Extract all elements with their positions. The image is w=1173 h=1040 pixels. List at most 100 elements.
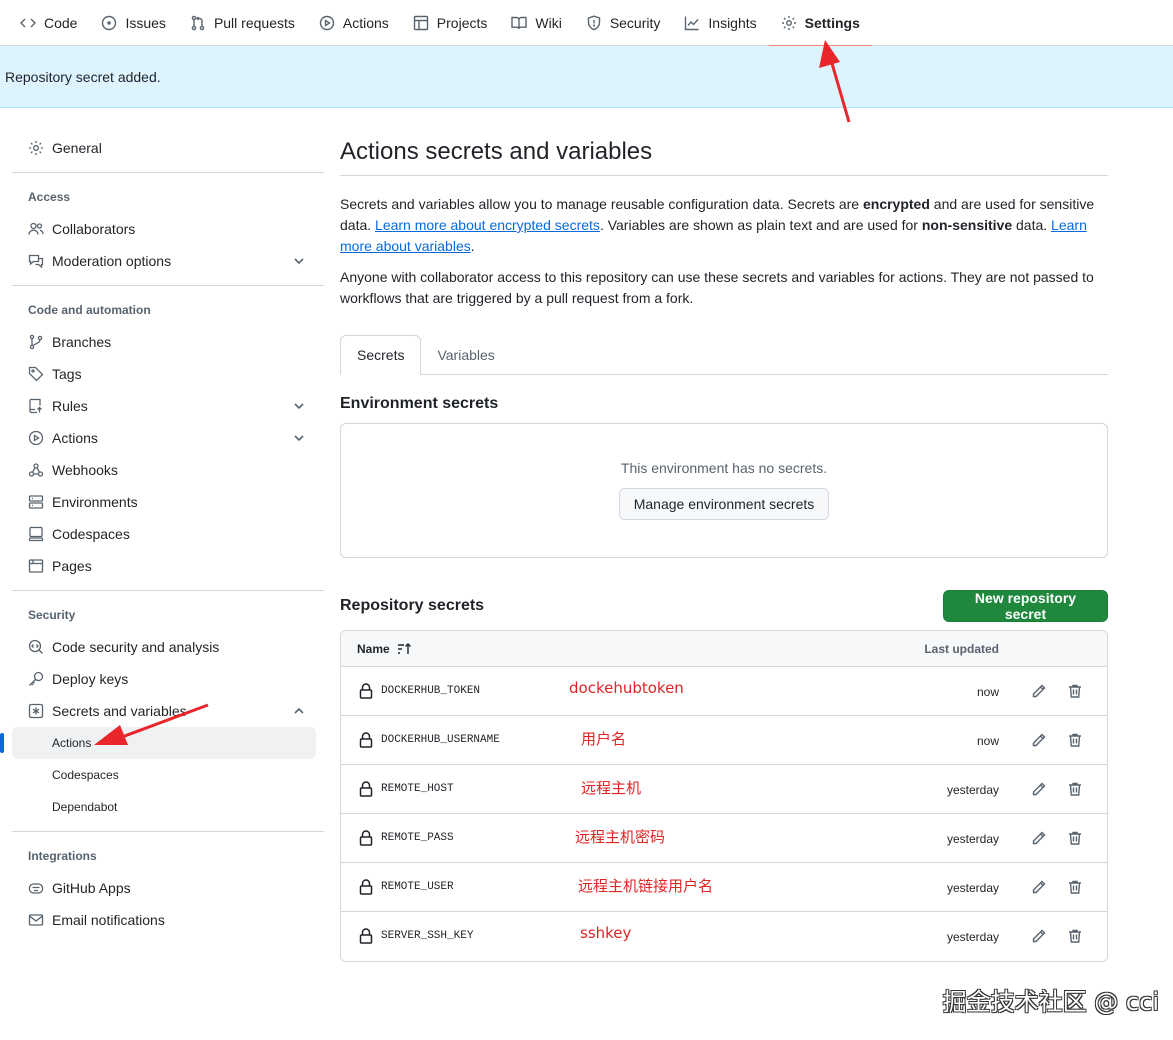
sidebar-label: Branches — [52, 334, 112, 350]
secret-annotation: sshkey — [580, 924, 632, 942]
trash-icon[interactable] — [1067, 683, 1083, 699]
desc-text: . Variables are shown as plain text and … — [599, 217, 922, 233]
trash-icon[interactable] — [1067, 879, 1083, 895]
code-icon — [20, 18, 36, 27]
sidebar-item-rules[interactable]: Rules — [12, 390, 324, 422]
sidebar-item-code-security[interactable]: Code security and analysis — [12, 631, 324, 663]
pencil-icon[interactable] — [1031, 830, 1047, 846]
trash-icon[interactable] — [1067, 830, 1083, 846]
nav-label: Actions — [342, 14, 389, 31]
new-repository-secret-button[interactable]: New repository secret — [943, 590, 1108, 622]
main-content: Actions secrets and variables Secrets an… — [340, 130, 1108, 962]
table-row: REMOTE_USER 远程主机链接用户名 yesterday — [341, 863, 1107, 912]
book-icon — [511, 16, 528, 29]
sidebar-label: Actions — [52, 736, 92, 750]
repo-push-icon — [29, 398, 42, 414]
nav-actions[interactable]: Actions — [307, 0, 401, 46]
sidebar-item-deploy-keys[interactable]: Deploy keys — [12, 663, 324, 695]
sidebar-item-webhooks[interactable]: Webhooks — [12, 454, 324, 486]
pencil-icon[interactable] — [1031, 732, 1047, 748]
lock-icon — [359, 830, 373, 846]
nav-settings[interactable]: Settings — [768, 0, 873, 47]
server-icon — [28, 495, 44, 509]
sidebar-item-email-notifications[interactable]: Email notifications — [12, 904, 324, 936]
trash-icon[interactable] — [1067, 928, 1083, 944]
sidebar-label: Webhooks — [52, 462, 118, 478]
flash-banner: Repository secret added. — [0, 46, 1173, 108]
sidebar-item-secrets-variables[interactable]: Secrets and variables — [12, 695, 324, 727]
pencil-icon[interactable] — [1031, 683, 1047, 699]
watermark: 掘金技术社区 @ cci — [942, 988, 1159, 1016]
link-encrypted-secrets[interactable]: Learn more about encrypted secrets — [375, 217, 600, 233]
sidebar-item-actions[interactable]: Actions — [12, 422, 324, 454]
sidebar-divider — [12, 831, 324, 832]
pencil-icon[interactable] — [1031, 781, 1047, 797]
tab-secrets[interactable]: Secrets — [340, 335, 422, 375]
nav-label: Projects — [436, 14, 488, 31]
nav-insights[interactable]: Insights — [672, 0, 768, 46]
sidebar-subitem-codespaces[interactable]: Codespaces — [12, 759, 316, 791]
shield-icon — [587, 14, 601, 30]
sidebar-subitem-actions[interactable]: Actions — [0, 727, 316, 759]
secret-name: DOCKERHUB_USERNAME — [381, 734, 500, 746]
desc-bold: non-sensitive — [921, 217, 1013, 233]
nav-label: Settings — [804, 14, 860, 31]
sidebar-item-general[interactable]: General — [12, 132, 324, 164]
repository-secrets-header: Repository secrets New repository secret — [340, 590, 1108, 622]
page-title: Actions secrets and variables — [340, 130, 1108, 176]
tab-variables[interactable]: Variables — [421, 335, 510, 375]
table-body: DOCKERHUB_TOKEN dockehubtoken now DOCKERHUB… — [341, 667, 1107, 961]
sidebar-label: General — [52, 140, 102, 156]
sidebar-divider — [12, 285, 324, 286]
sidebar-item-pages[interactable]: Pages — [12, 550, 324, 582]
sidebar-item-collaborators[interactable]: Collaborators — [12, 213, 324, 245]
chevron-down-icon — [294, 435, 304, 442]
mail-icon — [28, 914, 44, 926]
nav-label: Security — [609, 14, 661, 31]
sidebar-heading-security: Security — [28, 608, 76, 622]
nav-issues[interactable]: Issues — [89, 0, 177, 46]
sidebar-item-branches[interactable]: Branches — [12, 326, 324, 358]
sidebar-label: Dependabot — [52, 800, 118, 814]
secret-annotation: dockehubtoken — [569, 679, 684, 697]
sidebar-heading-integrations: Integrations — [28, 849, 97, 863]
repository-secrets-title: Repository secrets — [340, 597, 485, 614]
sidebar-label: Codespaces — [52, 768, 119, 782]
secret-updated: yesterday — [946, 783, 999, 797]
nav-wiki[interactable]: Wiki — [499, 0, 573, 46]
secrets-table: Name Last updated DOCKERHUB_TOKEN dockehu… — [340, 630, 1108, 962]
lock-icon — [359, 683, 373, 699]
sidebar-subitem-dependabot[interactable]: Dependabot — [12, 791, 316, 823]
sidebar-label: Code security and analysis — [52, 639, 220, 655]
desc-bold: encrypted — [862, 196, 930, 212]
secret-updated: now — [976, 685, 999, 699]
sidebar-item-github-apps[interactable]: GitHub Apps — [12, 872, 324, 904]
sidebar-label: Rules — [52, 398, 88, 414]
codespaces-icon — [28, 526, 44, 542]
sidebar-heading-access: Access — [28, 190, 71, 204]
sidebar-item-codespaces[interactable]: Codespaces — [12, 518, 324, 550]
column-name[interactable]: Name — [357, 641, 412, 657]
gear-icon — [781, 15, 796, 30]
table-row: DOCKERHUB_TOKEN dockehubtoken now — [341, 667, 1107, 716]
nav-projects[interactable]: Projects — [401, 0, 500, 46]
comment-discussion-icon — [28, 254, 44, 269]
sidebar-label: Collaborators — [52, 221, 136, 237]
sidebar-item-environments[interactable]: Environments — [12, 486, 324, 518]
key-icon — [29, 671, 44, 686]
sidebar-heading-code: Code and automation — [28, 303, 151, 317]
trash-icon[interactable] — [1067, 732, 1083, 748]
sidebar-item-tags[interactable]: Tags — [12, 358, 324, 390]
trash-icon[interactable] — [1067, 781, 1083, 797]
nav-security[interactable]: Security — [574, 0, 673, 46]
column-last-updated: Last updated — [924, 641, 999, 656]
sidebar-item-moderation[interactable]: Moderation options — [12, 245, 324, 277]
pencil-icon[interactable] — [1031, 879, 1047, 895]
pencil-icon[interactable] — [1031, 928, 1047, 944]
description-access: Anyone with collaborator access to this … — [340, 269, 1094, 306]
nav-pull-requests[interactable]: Pull requests — [178, 0, 307, 46]
nav-code[interactable]: Code — [8, 0, 89, 46]
table-row: REMOTE_PASS 远程主机密码 yesterday — [341, 814, 1107, 863]
chevron-down-icon — [294, 403, 304, 410]
manage-environment-secrets-button[interactable]: Manage environment secrets — [619, 488, 829, 520]
